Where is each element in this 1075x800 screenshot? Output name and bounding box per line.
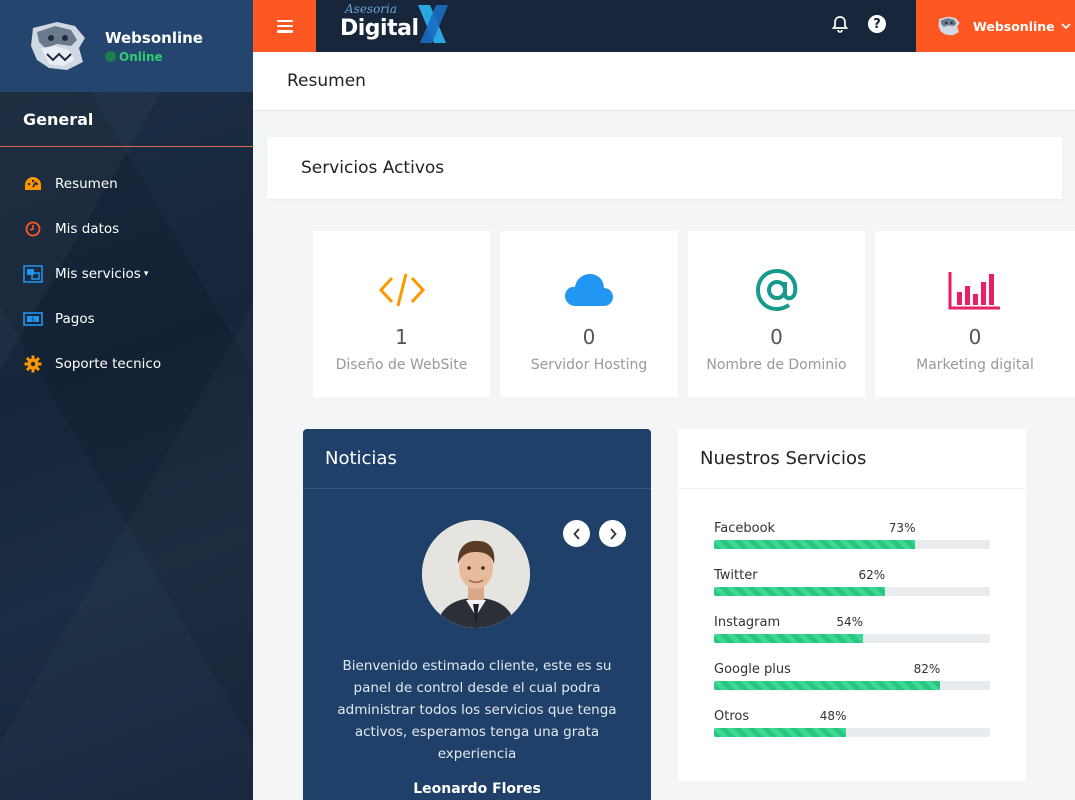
progress-fill [714, 728, 847, 737]
logo-subtitle: Asesoria [345, 2, 398, 16]
stat-label: Marketing digital [916, 357, 1034, 373]
news-text: Bienvenido estimado cliente, este es su … [337, 658, 617, 762]
services-icon [23, 264, 43, 284]
sidebar-item-label: Soporte tecnico [55, 355, 162, 372]
progress-item: Facebook 73% [714, 521, 990, 568]
author-photo [422, 520, 530, 628]
progress-item: Twitter 62% [714, 568, 990, 615]
avatar [938, 16, 960, 36]
money-icon: $ [23, 309, 43, 329]
stat-value: 1 [395, 325, 408, 349]
stat-card-dominio[interactable]: 0 Nombre de Dominio [688, 231, 865, 397]
chevron-down-icon [1061, 22, 1071, 29]
stat-label: Nombre de Dominio [706, 357, 847, 373]
progress-percent: 82% [913, 662, 941, 676]
progress-fill [714, 540, 916, 549]
progress-bar [714, 728, 990, 737]
progress-fill [714, 681, 941, 690]
sidebar: Websonline Online General Resumen Mis da… [0, 0, 253, 800]
menu-header: General [0, 92, 253, 147]
user-status-label: Online [119, 49, 163, 64]
menu-toggle-button[interactable] [253, 0, 316, 52]
progress-label: Twitter [714, 568, 758, 583]
caret-down-icon: ▾ [143, 268, 149, 279]
progress-fill [714, 587, 886, 596]
svg-text:$: $ [31, 316, 35, 323]
cloud-icon [500, 267, 678, 312]
section-title: Servicios Activos [267, 137, 1062, 199]
progress-item: Google plus 82% [714, 662, 990, 709]
sidebar-item-label: Mis servicios [55, 265, 141, 282]
chart-icon [875, 267, 1075, 312]
chevron-left-icon [572, 527, 580, 540]
news-next-button[interactable] [599, 520, 626, 547]
logo-mark-icon [418, 5, 448, 43]
progress-percent: 54% [836, 615, 864, 629]
user-name: Websonline [105, 28, 203, 47]
avatar [27, 18, 89, 74]
news-card: Noticias Bienvenido estimado cliente, es… [303, 429, 651, 800]
progress-fill [714, 634, 864, 643]
topbar: Asesoria Digital ? Websonline [253, 0, 1075, 52]
progress-item: Otros 48% [714, 709, 990, 756]
sidebar-item-mis-servicios[interactable]: Mis servicios ▾ [0, 251, 253, 296]
progress-percent: 73% [888, 521, 916, 535]
sidebar-item-label: Resumen [55, 175, 118, 192]
user-menu-label: Websonline [973, 18, 1055, 34]
clock-icon [23, 219, 43, 239]
user-menu-button[interactable]: Websonline [916, 0, 1075, 52]
services-card: Nuestros Servicios Facebook 73% Twitter … [678, 429, 1026, 781]
sidebar-item-label: Mis datos [55, 220, 120, 237]
progress-label: Facebook [714, 521, 776, 536]
code-icon [313, 267, 490, 312]
stat-label: Servidor Hosting [530, 357, 648, 373]
stat-value: 0 [582, 325, 596, 349]
sidebar-item-soporte[interactable]: Soporte tecnico [0, 341, 253, 386]
progress-label: Google plus [714, 662, 791, 677]
sidebar-item-resumen[interactable]: Resumen [0, 161, 253, 206]
stat-label: Diseño de WebSite [335, 357, 468, 373]
stat-value: 0 [968, 325, 982, 349]
progress-percent: 48% [819, 709, 847, 723]
services-title: Nuestros Servicios [678, 429, 1026, 489]
progress-bar [714, 634, 990, 643]
chevron-right-icon [609, 527, 617, 540]
services-progress-list: Facebook 73% Twitter 62% Instagram 54% G… [678, 489, 1026, 756]
status-dot-icon [105, 51, 116, 62]
logo-title: Digital [340, 16, 419, 41]
progress-bar [714, 681, 990, 690]
stat-card-hosting[interactable]: 0 Servidor Hosting [500, 231, 678, 397]
notifications-bell-icon[interactable] [831, 15, 849, 37]
progress-label: Instagram [714, 615, 781, 630]
help-icon[interactable]: ? [868, 15, 886, 33]
sidebar-item-mis-datos[interactable]: Mis datos [0, 206, 253, 251]
sidebar-menu: Resumen Mis datos Mis servicios ▾ $ Pago… [0, 147, 253, 386]
sidebar-item-label: Pagos [55, 310, 95, 327]
progress-item: Instagram 54% [714, 615, 990, 662]
dashboard-icon [23, 174, 43, 194]
progress-percent: 62% [858, 568, 886, 582]
progress-label: Otros [714, 709, 750, 724]
progress-bar [714, 587, 990, 596]
user-panel: Websonline Online [0, 0, 253, 92]
stat-value: 0 [770, 325, 783, 349]
user-status: Online [105, 50, 203, 64]
at-icon [688, 267, 865, 312]
news-title: Noticias [303, 429, 651, 489]
news-prev-button[interactable] [563, 520, 590, 547]
stat-card-website[interactable]: 1 Diseño de WebSite [313, 231, 490, 397]
stat-card-marketing[interactable]: 0 Marketing digital [875, 231, 1075, 397]
logo[interactable]: Asesoria Digital [333, 2, 453, 46]
news-author: Leonardo Flores [413, 781, 541, 797]
hamburger-icon [276, 19, 293, 33]
progress-bar [714, 540, 990, 549]
page-title: Resumen [253, 52, 1075, 111]
gear-icon [23, 354, 43, 374]
sidebar-item-pagos[interactable]: $ Pagos [0, 296, 253, 341]
